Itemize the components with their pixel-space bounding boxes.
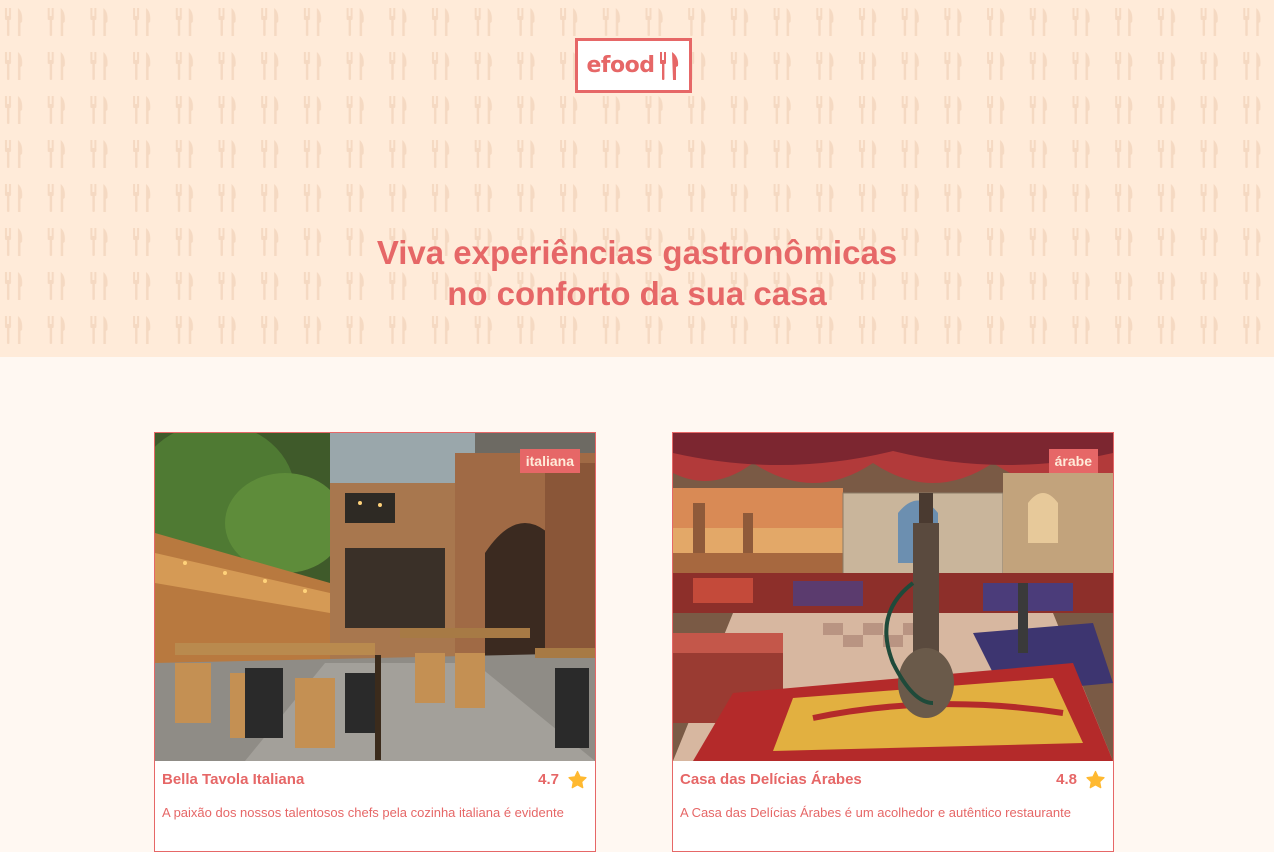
restaurant-image: árabe bbox=[673, 433, 1113, 761]
hero-headline: Viva experiências gastronômicas no confo… bbox=[0, 232, 1274, 314]
efood-logo[interactable]: efood bbox=[575, 38, 692, 93]
restaurant-info: Bella Tavola Italiana 4.7 A paixão dos n… bbox=[155, 761, 595, 822]
title-row: Casa das Delícias Árabes 4.8 bbox=[680, 769, 1106, 790]
rating: 4.7 bbox=[538, 770, 588, 790]
rating-value: 4.8 bbox=[1056, 771, 1077, 788]
cuisine-tag: italiana bbox=[519, 449, 580, 473]
headline-line-2: no conforto da sua casa bbox=[447, 275, 827, 312]
logo-text: efood bbox=[586, 53, 655, 78]
restaurant-card[interactable]: árabe Casa das Delícias Árabes 4.8 A Cas… bbox=[672, 432, 1114, 852]
restaurant-list: italiana Bella Tavola Italiana 4.7 A pai… bbox=[154, 432, 1114, 852]
arabic-restaurant-photo bbox=[673, 433, 1113, 761]
cuisine-tag: árabe bbox=[1048, 449, 1098, 473]
rating: 4.8 bbox=[1056, 770, 1106, 790]
restaurant-description: A Casa das Delícias Árabes é um acolhedo… bbox=[680, 805, 1071, 820]
fork-knife-icon bbox=[660, 51, 679, 80]
restaurant-image: italiana bbox=[155, 433, 595, 761]
restaurant-description: A paixão dos nossos talentosos chefs pel… bbox=[162, 805, 564, 820]
star-icon bbox=[568, 770, 587, 788]
headline-line-1: Viva experiências gastronômicas bbox=[376, 234, 898, 271]
restaurant-name: Casa das Delícias Árabes bbox=[680, 771, 862, 788]
title-row: Bella Tavola Italiana 4.7 bbox=[162, 769, 588, 790]
restaurant-card[interactable]: italiana Bella Tavola Italiana 4.7 A pai… bbox=[154, 432, 596, 852]
hero-banner: efood Viva experiências gastronômicas no… bbox=[0, 0, 1274, 357]
restaurant-info: Casa das Delícias Árabes 4.8 A Casa das … bbox=[673, 761, 1113, 822]
rating-value: 4.7 bbox=[538, 771, 559, 788]
italian-restaurant-photo bbox=[155, 433, 595, 761]
restaurant-name: Bella Tavola Italiana bbox=[162, 771, 305, 788]
star-icon bbox=[1086, 770, 1105, 788]
